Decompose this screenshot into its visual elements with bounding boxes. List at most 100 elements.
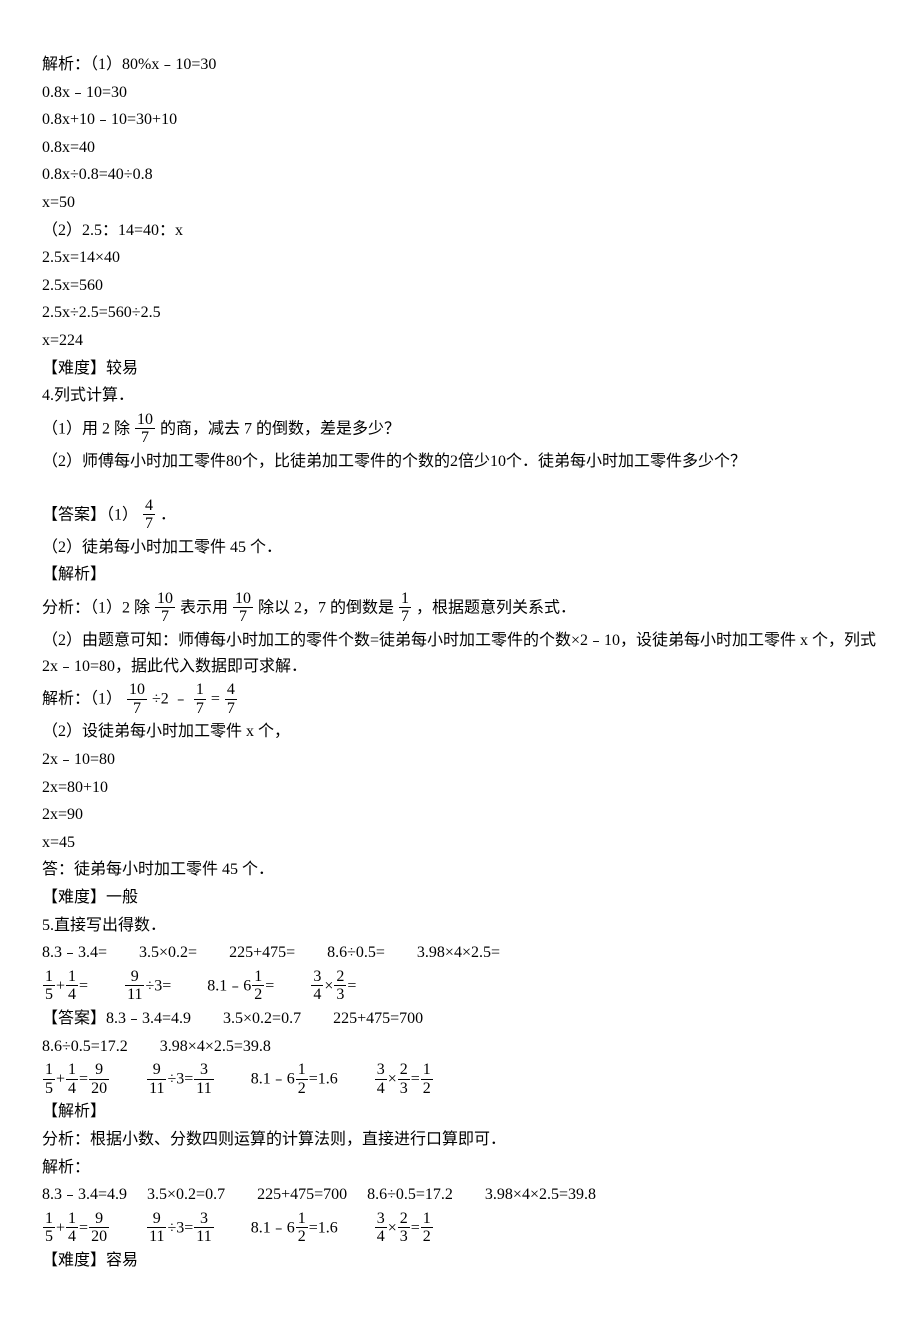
fraction: 107: [155, 590, 175, 626]
op: ÷3=: [145, 977, 171, 994]
text: =: [211, 691, 224, 708]
fraction: 311: [194, 1061, 213, 1097]
solution-line: x=224: [42, 328, 878, 354]
op: =: [347, 977, 356, 994]
fraction: 14: [66, 1210, 78, 1246]
difficulty-label: 【难度】一般: [42, 885, 878, 911]
op: =: [79, 1219, 88, 1236]
op: =: [265, 977, 274, 994]
op: =: [411, 1219, 420, 1236]
answer-label: 【答案】（1）: [42, 506, 138, 523]
analysis-label: 【解析】: [42, 1099, 878, 1125]
fraction: 107: [135, 411, 155, 447]
solution-line: 2.5x=560: [42, 273, 878, 299]
fraction: 34: [375, 1210, 387, 1246]
op: ×: [388, 1219, 397, 1236]
solution-line: 2.5x÷2.5=560÷2.5: [42, 300, 878, 326]
solution-label: 解析：: [42, 1155, 878, 1181]
equation: 2x﹣10=80: [42, 747, 878, 773]
op: =: [411, 1070, 420, 1087]
solution-row: 8.3﹣3.4=4.9 3.5×0.2=0.7 225+475=700 8.6÷…: [42, 1182, 878, 1208]
text: ．: [160, 506, 176, 523]
fraction: 12: [296, 1061, 308, 1097]
fraction: 14: [66, 1061, 78, 1097]
fraction: 23: [398, 1061, 410, 1097]
solution-row-fractions: 15+14=920 911÷3=311 8.1﹣612=1.6 34×23=12: [42, 1210, 878, 1246]
fraction: 15: [43, 1210, 55, 1246]
fraction: 17: [194, 681, 206, 717]
question-heading: 5.直接写出得数．: [42, 913, 878, 939]
solution-line: x=50: [42, 190, 878, 216]
fraction: 311: [194, 1210, 213, 1246]
fraction: 107: [233, 590, 253, 626]
fraction: 47: [143, 497, 155, 533]
fraction: 47: [225, 681, 237, 717]
equation: x=45: [42, 830, 878, 856]
question-2: （2）师傅每小时加工零件80个，比徒弟加工零件的个数的2倍少10个．徒弟每小时加…: [42, 449, 878, 475]
op: =: [79, 977, 88, 994]
difficulty-label: 【难度】容易: [42, 1248, 878, 1274]
op: ×: [388, 1070, 397, 1087]
question-row: 8.3﹣3.4= 3.5×0.2= 225+475= 8.6÷0.5= 3.98…: [42, 940, 878, 966]
solution-line: 解析：（1）80%x﹣10=30: [42, 52, 878, 78]
text: ，根据题意列关系式．: [416, 599, 576, 616]
op: ÷3=: [167, 1219, 193, 1236]
analysis-label: 【解析】: [42, 562, 878, 588]
fraction: 911: [147, 1061, 166, 1097]
solution-line: 0.8x+10﹣10=30+10: [42, 107, 878, 133]
question-1: （1）用 2 除 107 的商，减去 7 的倒数，差是多少？: [42, 411, 878, 447]
solution-line: 0.8x÷0.8=40÷0.8: [42, 162, 878, 188]
fraction: 23: [334, 968, 346, 1004]
solution-2-setup: （2）设徒弟每小时加工零件 x 个，: [42, 719, 878, 745]
analysis-text: 分析：根据小数、分数四则运算的计算法则，直接进行口算即可．: [42, 1127, 878, 1153]
text: 8.1﹣6: [207, 977, 251, 994]
op: =1.6: [309, 1070, 338, 1087]
op: +: [56, 977, 65, 994]
op: ÷3=: [167, 1070, 193, 1087]
fraction: 12: [421, 1210, 433, 1246]
answer-1: 【答案】（1） 47 ．: [42, 497, 878, 533]
op: =: [79, 1070, 88, 1087]
answer-row: 【答案】8.3﹣3.4=4.9 3.5×0.2=0.7 225+475=700: [42, 1006, 878, 1032]
question-row-fractions: 15+14= 911÷3= 8.1﹣612= 34×23=: [42, 968, 878, 1004]
final-answer: 答：徒弟每小时加工零件 45 个．: [42, 857, 878, 883]
fraction: 34: [375, 1061, 387, 1097]
text: 分析：（1）2 除: [42, 599, 150, 616]
op: =1.6: [309, 1219, 338, 1236]
solution-line: 0.8x﹣10=30: [42, 80, 878, 106]
fraction: 911: [125, 968, 144, 1004]
solution-line: （2）2.5：14=40：x: [42, 218, 878, 244]
solution-line: 0.8x=40: [42, 135, 878, 161]
fraction: 14: [66, 968, 78, 1004]
equation: 2x=80+10: [42, 775, 878, 801]
solution-line: 2.5x=14×40: [42, 245, 878, 271]
fraction: 911: [147, 1210, 166, 1246]
fraction: 23: [398, 1210, 410, 1246]
text: 除以 2，7 的倒数是: [258, 599, 394, 616]
text: 8.1﹣6: [251, 1070, 295, 1087]
fraction: 920: [89, 1061, 109, 1097]
solution-1: 解析：（1） 107 ÷2 ﹣ 17 = 47: [42, 681, 878, 717]
fraction: 17: [399, 590, 411, 626]
op: +: [56, 1070, 65, 1087]
fraction: 12: [421, 1061, 433, 1097]
fraction: 15: [43, 1061, 55, 1097]
difficulty-label: 【难度】较易: [42, 356, 878, 382]
op: +: [56, 1219, 65, 1236]
text: 8.1﹣6: [251, 1219, 295, 1236]
question-heading: 4.列式计算．: [42, 383, 878, 409]
fraction: 34: [311, 968, 323, 1004]
answer-2: （2）徒弟每小时加工零件 45 个．: [42, 535, 878, 561]
text: 解析：（1）: [42, 691, 122, 708]
answer-row-fractions: 15+14=920 911÷3=311 8.1﹣612=1.6 34×23=12: [42, 1061, 878, 1097]
text: （1）用 2 除: [42, 420, 130, 437]
answer-row: 8.6÷0.5=17.2 3.98×4×2.5=39.8: [42, 1034, 878, 1060]
fraction: 12: [252, 968, 264, 1004]
text: ÷2 ﹣: [152, 691, 189, 708]
text: 的商，减去 7 的倒数，差是多少？: [160, 420, 400, 437]
op: ×: [324, 977, 333, 994]
fraction: 107: [127, 681, 147, 717]
analysis-1: 分析：（1）2 除 107 表示用 107 除以 2，7 的倒数是 17 ，根据…: [42, 590, 878, 626]
fraction: 12: [296, 1210, 308, 1246]
analysis-2: （2）由题意可知：师傅每小时加工的零件个数=徒弟每小时加工零件的个数×2﹣10，…: [42, 628, 878, 679]
